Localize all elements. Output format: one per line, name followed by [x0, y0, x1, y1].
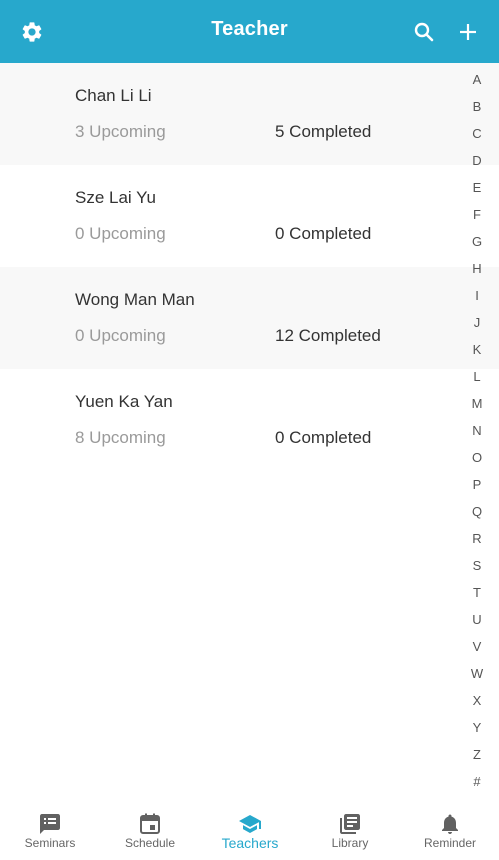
tab-label: Library: [331, 836, 369, 850]
completed-count: 0 Completed: [275, 224, 372, 243]
tab-library[interactable]: Library: [300, 802, 400, 860]
upcoming-count: 3 Upcoming: [75, 122, 166, 141]
upcoming-count: 0 Upcoming: [75, 326, 166, 345]
index-letter-j[interactable]: J: [462, 309, 492, 336]
app: Teacher Chan Li Li 3 Upcoming 5 Complete…: [0, 0, 499, 860]
index-letter-l[interactable]: L: [462, 363, 492, 390]
tab-schedule[interactable]: Schedule: [100, 802, 200, 860]
tab-reminder[interactable]: Reminder: [400, 802, 499, 860]
teacher-name: Sze Lai Yu: [75, 188, 156, 207]
index-letter-q[interactable]: Q: [462, 498, 492, 525]
graduation-cap-icon: [239, 815, 261, 833]
index-letter-t[interactable]: T: [462, 579, 492, 606]
tab-teachers[interactable]: Teachers: [200, 802, 300, 860]
library-icon: [340, 814, 360, 834]
index-letter-r[interactable]: R: [462, 525, 492, 552]
tab-seminars[interactable]: Seminars: [0, 802, 100, 860]
index-letter-h[interactable]: H: [462, 255, 492, 282]
upcoming-count: 8 Upcoming: [75, 428, 166, 447]
teacher-name: Chan Li Li: [75, 86, 152, 105]
bottom-tab-bar: Seminars Schedule Teachers Library Remin…: [0, 802, 499, 860]
teacher-name: Yuen Ka Yan: [75, 392, 173, 411]
index-letter-hash[interactable]: #: [462, 768, 492, 795]
plus-icon: [460, 24, 476, 40]
top-app-bar: Teacher: [0, 0, 499, 63]
index-letter-f[interactable]: F: [462, 201, 492, 228]
completed-count: 5 Completed: [275, 122, 372, 141]
index-letter-o[interactable]: O: [462, 444, 492, 471]
calendar-icon: [140, 813, 160, 834]
tab-label: Schedule: [124, 836, 176, 850]
index-letter-k[interactable]: K: [462, 336, 492, 363]
index-letter-b[interactable]: B: [462, 93, 492, 120]
teacher-row[interactable]: Wong Man Man 0 Upcoming 12 Completed: [0, 267, 499, 369]
index-letter-y[interactable]: Y: [462, 714, 492, 741]
index-letter-x[interactable]: X: [462, 687, 492, 714]
index-letter-c[interactable]: C: [462, 120, 492, 147]
index-letter-w[interactable]: W: [462, 660, 492, 687]
teacher-row[interactable]: Yuen Ka Yan 8 Upcoming 0 Completed: [0, 369, 499, 471]
index-letter-p[interactable]: P: [462, 471, 492, 498]
bell-icon: [442, 814, 458, 834]
tab-label: Teachers: [221, 835, 279, 851]
index-letter-m[interactable]: M: [462, 390, 492, 417]
completed-count: 0 Completed: [275, 428, 372, 447]
upcoming-count: 0 Upcoming: [75, 224, 166, 243]
index-letter-z[interactable]: Z: [462, 741, 492, 768]
index-letter-g[interactable]: G: [462, 228, 492, 255]
teacher-name: Wong Man Man: [75, 290, 195, 309]
index-letter-u[interactable]: U: [462, 606, 492, 633]
index-letter-v[interactable]: V: [462, 633, 492, 660]
teacher-row[interactable]: Sze Lai Yu 0 Upcoming 0 Completed: [0, 165, 499, 267]
add-teacher-button[interactable]: [454, 18, 482, 46]
seminars-icon: [40, 814, 60, 834]
tab-label: Reminder: [423, 836, 477, 850]
index-letter-d[interactable]: D: [462, 147, 492, 174]
teacher-list: Chan Li Li 3 Upcoming 5 Completed Sze La…: [0, 63, 499, 471]
teacher-row[interactable]: Chan Li Li 3 Upcoming 5 Completed: [0, 63, 499, 165]
index-letter-e[interactable]: E: [462, 174, 492, 201]
index-letter-a[interactable]: A: [462, 66, 492, 93]
index-letter-s[interactable]: S: [462, 552, 492, 579]
search-button[interactable]: [410, 18, 438, 46]
completed-count: 12 Completed: [275, 326, 381, 345]
index-letter-n[interactable]: N: [462, 417, 492, 444]
alphabet-index: A B C D E F G H I J K L M N O P Q R S T …: [462, 66, 492, 795]
index-letter-i[interactable]: I: [462, 282, 492, 309]
search-icon: [414, 22, 434, 42]
tab-label: Seminars: [24, 836, 76, 850]
